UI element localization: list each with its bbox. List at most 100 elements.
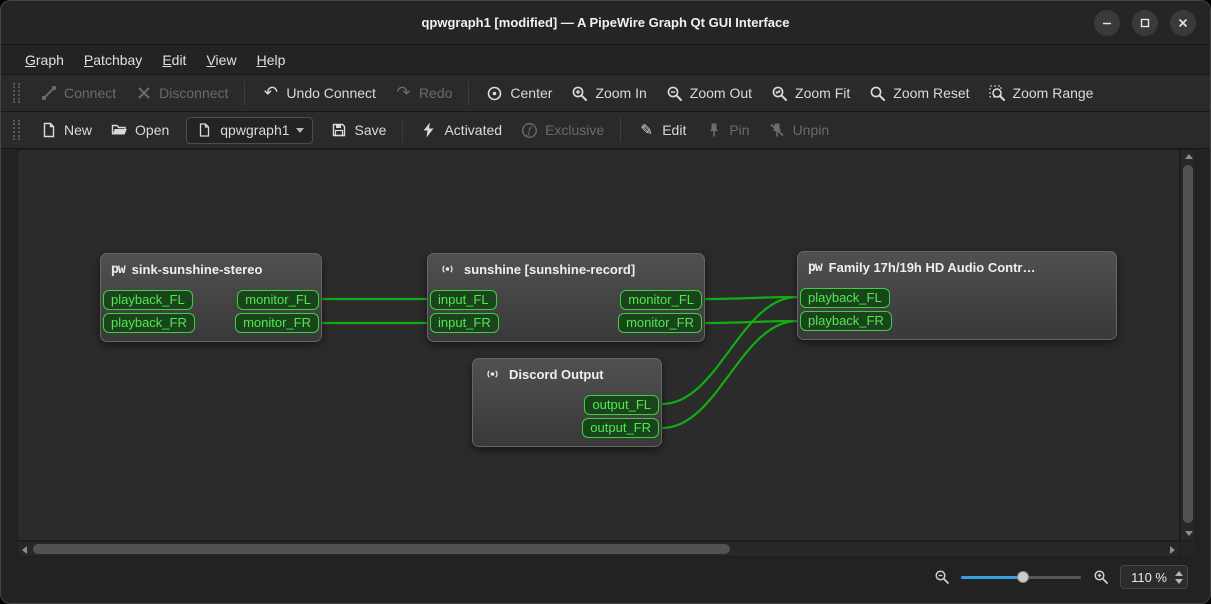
horizontal-scrollbar[interactable] xyxy=(17,541,1180,557)
port-monitor-fl[interactable]: monitor_FL xyxy=(237,290,319,310)
node-discord-output[interactable]: Discord Output output_FL output_FR xyxy=(472,358,662,447)
zoom-in-small-icon[interactable] xyxy=(1091,568,1110,586)
toolbar-separator xyxy=(620,118,621,142)
undo-icon: ↶ xyxy=(261,84,280,102)
vertical-scrollbar[interactable] xyxy=(1180,149,1196,541)
connect-button[interactable]: Connect xyxy=(30,79,125,107)
connect-label: Connect xyxy=(64,85,116,101)
graph-canvas[interactable]: pw sink-sunshine-stereo playback_FL play… xyxy=(17,149,1180,541)
close-button[interactable] xyxy=(1170,10,1196,36)
activated-button[interactable]: Activated xyxy=(410,116,511,144)
disconnect-label: Disconnect xyxy=(159,85,228,101)
connections-layer xyxy=(18,150,1180,541)
unpin-button[interactable]: Unpin xyxy=(759,116,839,144)
edit-button[interactable]: ✎ Edit xyxy=(628,116,695,144)
zoom-slider-handle[interactable] xyxy=(1017,571,1029,583)
undo-connect-label: Undo Connect xyxy=(286,85,376,101)
horizontal-scrollbar-thumb[interactable] xyxy=(33,544,730,554)
menubar: Graph Patchbay Edit View Help xyxy=(1,45,1210,75)
exclusive-button[interactable]: ƒ Exclusive xyxy=(511,116,613,144)
zoom-reset-label: Zoom Reset xyxy=(893,85,969,101)
close-icon xyxy=(1175,15,1191,31)
scroll-right-arrow[interactable] xyxy=(1170,546,1175,554)
scroll-down-arrow[interactable] xyxy=(1185,531,1193,536)
zoom-fit-icon xyxy=(770,84,789,102)
window-title: qpwgraph1 [modified] — A PipeWire Graph … xyxy=(1,15,1210,30)
vertical-scrollbar-thumb[interactable] xyxy=(1183,165,1193,523)
node-title: Discord Output xyxy=(509,367,604,382)
patchbay-selector[interactable]: qpwgraph1 xyxy=(186,117,312,144)
port-monitor-fr[interactable]: monitor_FR xyxy=(618,313,702,333)
node-title: Family 17h/19h HD Audio Contr… xyxy=(829,260,1036,275)
disconnect-button[interactable]: Disconnect xyxy=(125,79,237,107)
node-sunshine-record[interactable]: sunshine [sunshine-record] input_FL inpu… xyxy=(427,253,705,342)
zoom-in-button[interactable]: Zoom In xyxy=(561,79,655,107)
port-output-fl[interactable]: output_FL xyxy=(584,395,659,415)
scrollbar-corner xyxy=(1180,541,1196,557)
node-sink-sunshine-stereo[interactable]: pw sink-sunshine-stereo playback_FL play… xyxy=(100,253,322,342)
toolbar-handle[interactable] xyxy=(13,120,20,140)
zoom-slider[interactable] xyxy=(961,570,1081,584)
menu-graph[interactable]: Graph xyxy=(15,48,74,72)
zoom-slider-fill xyxy=(961,576,1023,579)
open-folder-icon xyxy=(110,121,129,139)
toolbar-file: New Open qpwgraph1 Save Act xyxy=(1,112,1210,149)
port-playback-fr[interactable]: playback_FR xyxy=(103,313,195,333)
menu-patchbay[interactable]: Patchbay xyxy=(74,48,152,72)
connect-icon xyxy=(39,84,58,102)
port-output-fr[interactable]: output_FR xyxy=(582,418,659,438)
port-monitor-fr[interactable]: monitor_FR xyxy=(235,313,319,333)
new-button[interactable]: New xyxy=(30,116,101,144)
redo-icon: ↷ xyxy=(394,84,413,102)
monitor-stream-icon xyxy=(438,260,457,278)
port-input-fl[interactable]: input_FL xyxy=(430,290,497,310)
save-icon xyxy=(330,121,349,139)
open-button[interactable]: Open xyxy=(101,116,178,144)
node-title: sink-sunshine-stereo xyxy=(132,262,263,277)
pipewire-icon: pw xyxy=(808,260,822,275)
zoom-out-button[interactable]: Zoom Out xyxy=(656,79,761,107)
zoom-out-label: Zoom Out xyxy=(690,85,752,101)
port-playback-fl[interactable]: playback_FL xyxy=(103,290,193,310)
spin-down-arrow[interactable] xyxy=(1175,579,1183,584)
scroll-up-arrow[interactable] xyxy=(1185,154,1193,159)
pin-label: Pin xyxy=(729,122,749,138)
menu-help[interactable]: Help xyxy=(247,48,296,72)
zoom-reset-button[interactable]: Zoom Reset xyxy=(859,79,978,107)
titlebar[interactable]: qpwgraph1 [modified] — A PipeWire Graph … xyxy=(1,1,1210,45)
zoom-spinbox[interactable]: 110 % xyxy=(1120,565,1188,589)
activated-label: Activated xyxy=(444,122,502,138)
spin-up-arrow[interactable] xyxy=(1175,571,1183,576)
chevron-down-icon xyxy=(296,128,304,137)
pin-button[interactable]: Pin xyxy=(695,116,758,144)
menu-edit[interactable]: Edit xyxy=(152,48,196,72)
open-label: Open xyxy=(135,122,169,138)
center-button[interactable]: Center xyxy=(476,79,561,107)
zoom-fit-button[interactable]: Zoom Fit xyxy=(761,79,859,107)
undo-connect-button[interactable]: ↶ Undo Connect xyxy=(252,79,385,107)
zoom-in-label: Zoom In xyxy=(595,85,646,101)
toolbar-separator xyxy=(468,81,469,105)
zoom-fit-label: Zoom Fit xyxy=(795,85,850,101)
port-monitor-fl[interactable]: monitor_FL xyxy=(620,290,702,310)
zoom-reset-icon xyxy=(868,84,887,102)
zoom-range-button[interactable]: Zoom Range xyxy=(979,79,1103,107)
new-file-icon xyxy=(39,121,58,139)
zoom-out-small-icon[interactable] xyxy=(932,568,951,586)
port-input-fr[interactable]: input_FR xyxy=(430,313,499,333)
spin-arrows xyxy=(1175,571,1183,584)
activated-bolt-icon xyxy=(419,121,438,139)
maximize-icon xyxy=(1137,15,1153,31)
port-playback-fl[interactable]: playback_FL xyxy=(800,288,890,308)
menu-view[interactable]: View xyxy=(196,48,246,72)
minimize-button[interactable] xyxy=(1094,10,1120,36)
save-button[interactable]: Save xyxy=(321,116,396,144)
port-playback-fr[interactable]: playback_FR xyxy=(800,311,892,331)
toolbar-separator xyxy=(244,81,245,105)
redo-button[interactable]: ↷ Redo xyxy=(385,79,461,107)
toolbar-handle[interactable] xyxy=(13,83,20,103)
maximize-button[interactable] xyxy=(1132,10,1158,36)
redo-label: Redo xyxy=(419,85,452,101)
node-family-hd-audio-controller[interactable]: pw Family 17h/19h HD Audio Contr… playba… xyxy=(797,251,1117,340)
scroll-left-arrow[interactable] xyxy=(22,546,27,554)
